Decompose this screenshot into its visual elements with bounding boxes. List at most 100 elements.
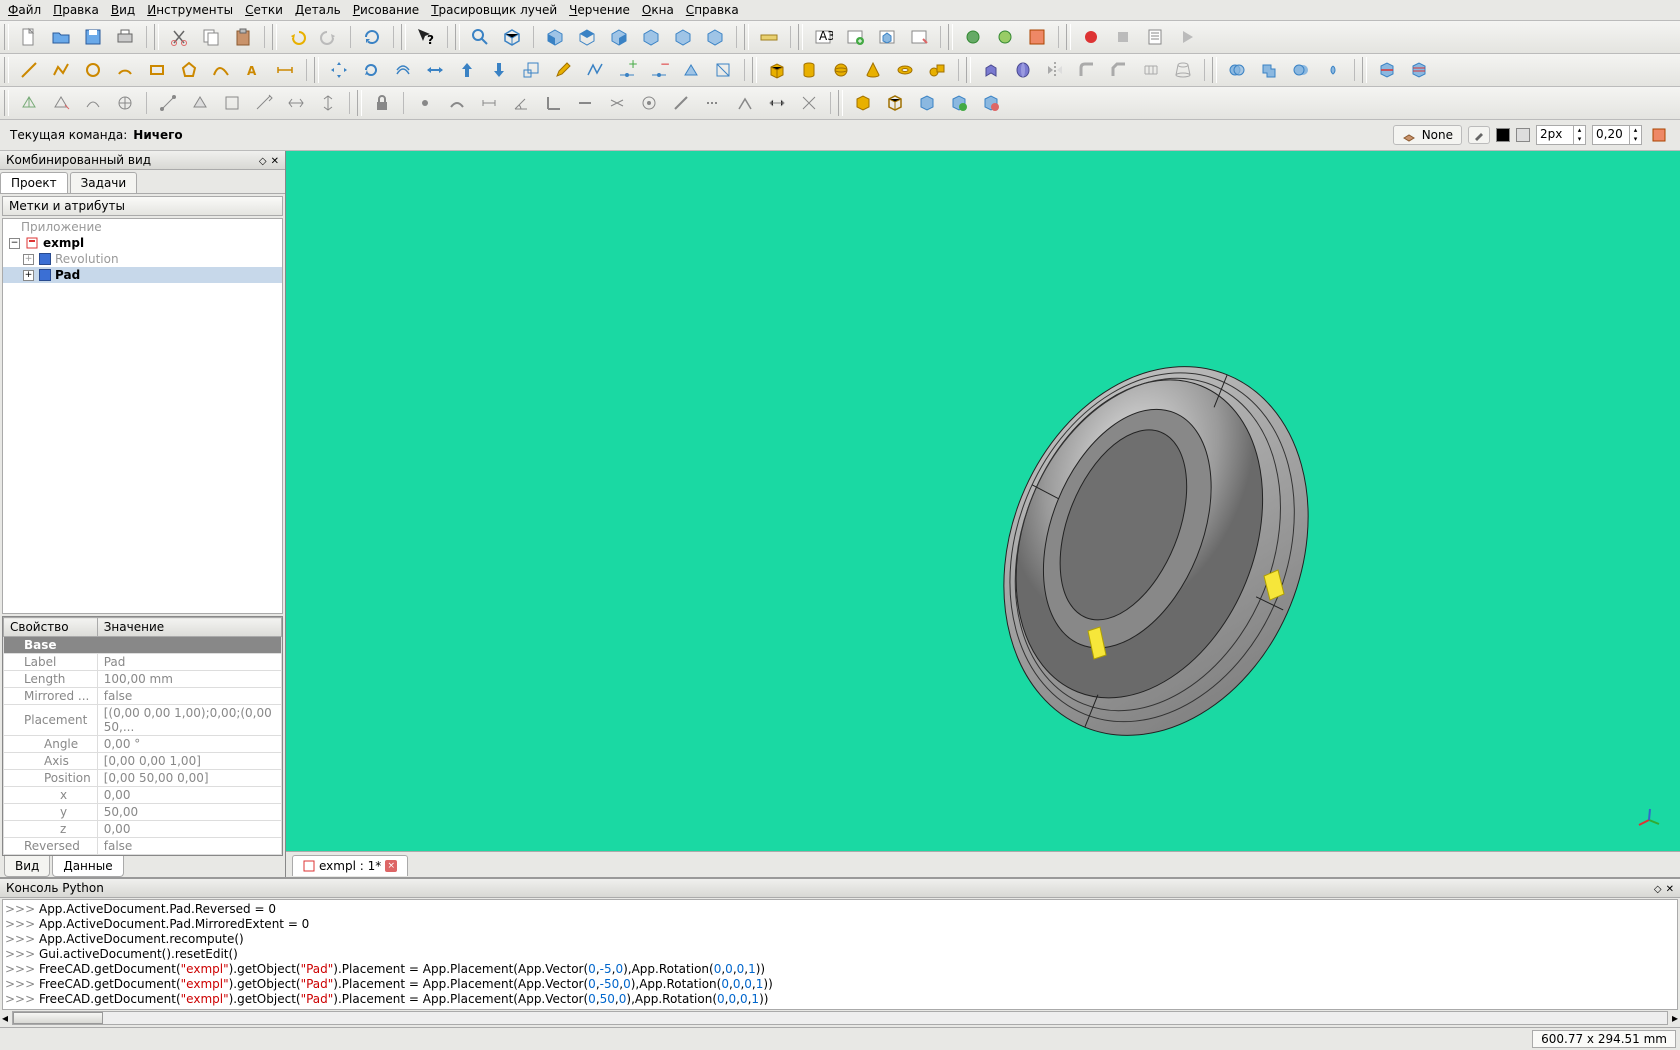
- prop-placement[interactable]: Placement: [4, 705, 98, 736]
- insert-view-icon[interactable]: [873, 23, 901, 51]
- prop-z[interactable]: z: [4, 821, 98, 838]
- reverse-shape-icon[interactable]: [945, 89, 973, 117]
- macro-run-icon[interactable]: [1173, 23, 1201, 51]
- offset-icon[interactable]: [389, 56, 417, 84]
- toolbar-handle[interactable]: [966, 57, 971, 83]
- primitives-icon[interactable]: [923, 56, 951, 84]
- torus-icon[interactable]: [891, 56, 919, 84]
- view-left-icon[interactable]: [701, 23, 729, 51]
- delpoint-icon[interactable]: −: [645, 56, 673, 84]
- toolbar-handle[interactable]: [357, 90, 362, 116]
- revolve-icon[interactable]: [1009, 56, 1037, 84]
- panel-close-icon[interactable]: ✕: [271, 156, 279, 167]
- toolbar-handle[interactable]: [401, 24, 406, 50]
- save-icon[interactable]: [79, 23, 107, 51]
- bspline-icon[interactable]: [207, 56, 235, 84]
- menu-part[interactable]: Деталь: [295, 3, 341, 17]
- collapse-icon[interactable]: −: [9, 238, 20, 249]
- line-icon[interactable]: [15, 56, 43, 84]
- raytrace-export-icon[interactable]: [1023, 23, 1051, 51]
- toolbar-handle[interactable]: [314, 57, 319, 83]
- menu-file[interactable]: Файл: [8, 3, 41, 17]
- view-top-icon[interactable]: [573, 23, 601, 51]
- panel-undock-icon[interactable]: ◇: [1654, 884, 1662, 895]
- snap-mid-icon[interactable]: [443, 89, 471, 117]
- toolbar-handle[interactable]: [1362, 57, 1367, 83]
- snap-par-icon[interactable]: [603, 89, 631, 117]
- view-axo-icon[interactable]: [498, 23, 526, 51]
- edit-icon[interactable]: [549, 56, 577, 84]
- view-bottom-icon[interactable]: [669, 23, 697, 51]
- tab-data[interactable]: Данные: [52, 856, 123, 877]
- mesh-harm-icon[interactable]: [154, 89, 182, 117]
- col-property[interactable]: Свойство: [4, 618, 98, 637]
- make-face-icon[interactable]: [849, 89, 877, 117]
- raytrace-new-icon[interactable]: [959, 23, 987, 51]
- macro-stop-icon[interactable]: [1109, 23, 1137, 51]
- rectangle-icon[interactable]: [143, 56, 171, 84]
- scroll-right-icon[interactable]: ▸: [1672, 1011, 1678, 1025]
- prop-length[interactable]: Length: [4, 671, 98, 688]
- whatsthis-icon[interactable]: ?: [412, 23, 440, 51]
- snap-ortho-icon[interactable]: [731, 89, 759, 117]
- tab-tasks[interactable]: Задачи: [70, 172, 138, 193]
- scroll-left-icon[interactable]: ◂: [2, 1011, 8, 1025]
- snap-ext-icon[interactable]: [571, 89, 599, 117]
- refresh-icon[interactable]: [358, 23, 386, 51]
- panel-undock-icon[interactable]: ◇: [259, 156, 267, 167]
- arc-icon[interactable]: [111, 56, 139, 84]
- mesh-export-icon[interactable]: [47, 89, 75, 117]
- console-output[interactable]: >>> App.ActiveDocument.Pad.Reversed = 0>…: [2, 899, 1678, 1010]
- tab-project[interactable]: Проект: [0, 172, 68, 193]
- color-picker[interactable]: [1468, 126, 1490, 144]
- view-front-icon[interactable]: [541, 23, 569, 51]
- cone-icon[interactable]: [859, 56, 887, 84]
- expand-icon[interactable]: +: [23, 254, 34, 265]
- fillet-icon[interactable]: [1073, 56, 1101, 84]
- prop-mirrored[interactable]: Mirrored ...: [4, 688, 98, 705]
- mesh-flip-icon[interactable]: [282, 89, 310, 117]
- union-icon[interactable]: [1287, 56, 1315, 84]
- mesh-segment-icon[interactable]: [314, 89, 342, 117]
- toolbar-handle[interactable]: [1212, 57, 1217, 83]
- extrude-icon[interactable]: [977, 56, 1005, 84]
- toolbar-handle[interactable]: [4, 90, 9, 116]
- prop-position[interactable]: Position: [4, 770, 98, 787]
- check-geometry-icon[interactable]: [977, 89, 1005, 117]
- tree-item-revolution[interactable]: + Revolution: [3, 251, 282, 267]
- view-right-icon[interactable]: [605, 23, 633, 51]
- col-value[interactable]: Значение: [97, 618, 281, 637]
- macro-list-icon[interactable]: [1141, 23, 1169, 51]
- sphere-icon[interactable]: [827, 56, 855, 84]
- make-solid-icon[interactable]: [913, 89, 941, 117]
- rotate-icon[interactable]: [357, 56, 385, 84]
- prop-axis[interactable]: Axis: [4, 753, 98, 770]
- raytrace-insert-icon[interactable]: [991, 23, 1019, 51]
- menu-raytrace[interactable]: Трасировщик лучей: [431, 3, 557, 17]
- open-file-icon[interactable]: [47, 23, 75, 51]
- fill-color-swatch[interactable]: [1516, 128, 1530, 142]
- cut-icon[interactable]: [165, 23, 193, 51]
- menu-drafting[interactable]: Черчение: [569, 3, 630, 17]
- new-file-icon[interactable]: [15, 23, 43, 51]
- tab-view[interactable]: Вид: [4, 856, 50, 877]
- 3d-view[interactable]: [286, 151, 1680, 851]
- cylinder-icon[interactable]: [795, 56, 823, 84]
- loft-icon[interactable]: [1169, 56, 1197, 84]
- lock-icon[interactable]: [368, 89, 396, 117]
- toolbar-handle[interactable]: [948, 24, 953, 50]
- snap-near-icon[interactable]: [699, 89, 727, 117]
- line-color-swatch[interactable]: [1496, 128, 1510, 142]
- menu-help[interactable]: Справка: [686, 3, 739, 17]
- upgrade-icon[interactable]: [453, 56, 481, 84]
- dimension-icon[interactable]: [271, 56, 299, 84]
- copy-icon[interactable]: [197, 23, 225, 51]
- toolbar-handle[interactable]: [744, 24, 749, 50]
- mesh-curv-icon[interactable]: [250, 89, 278, 117]
- toolbar-handle[interactable]: [752, 57, 757, 83]
- snap-dim-icon[interactable]: [763, 89, 791, 117]
- mesh-fill-icon[interactable]: [186, 89, 214, 117]
- h-scrollbar[interactable]: [12, 1011, 1668, 1025]
- scale-icon[interactable]: [517, 56, 545, 84]
- trimex-icon[interactable]: [421, 56, 449, 84]
